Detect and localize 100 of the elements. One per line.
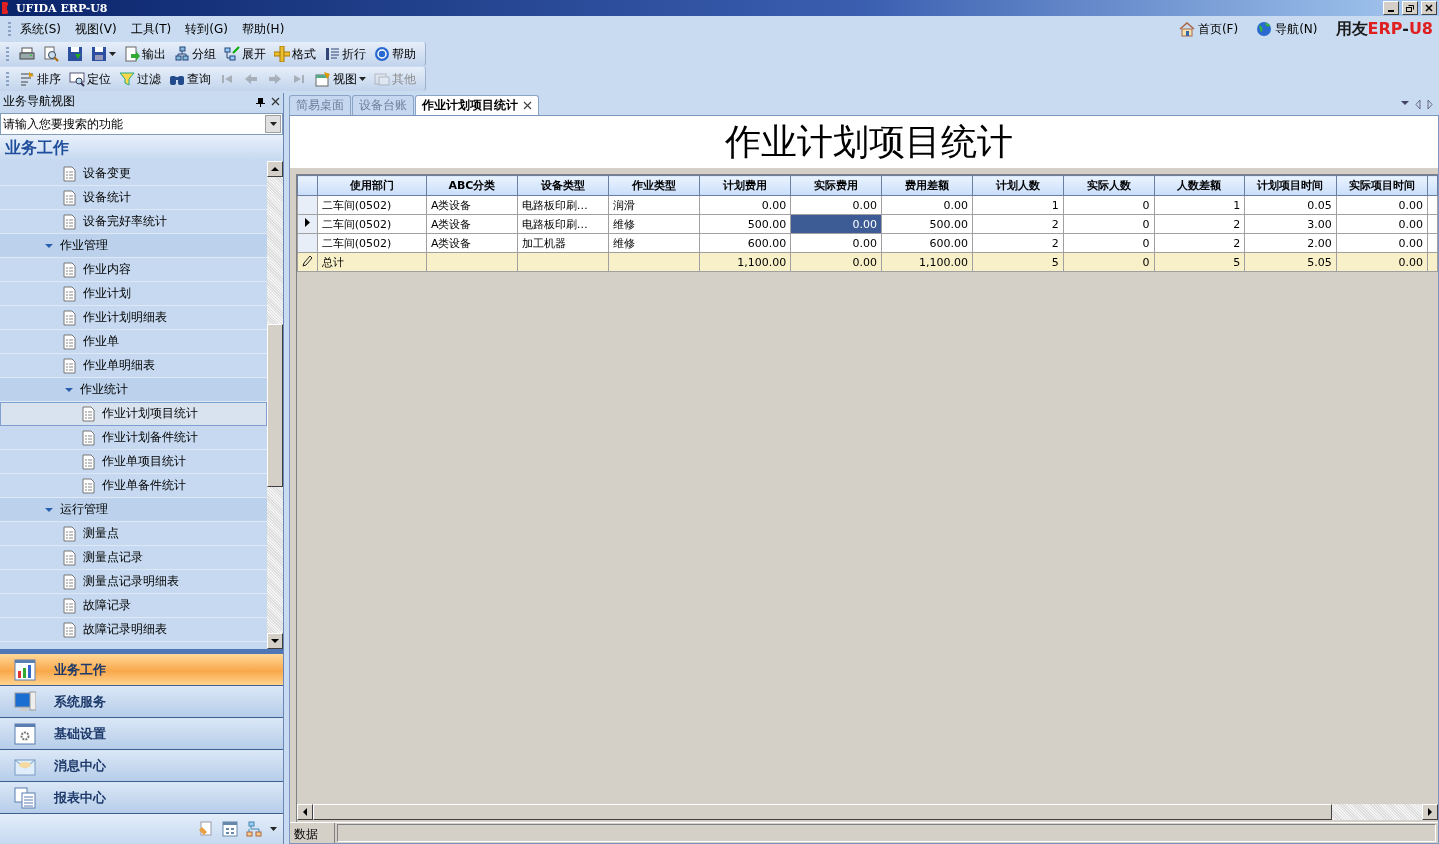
column-header[interactable]: 计划人数 [972, 175, 1064, 196]
floppy-icon [91, 46, 107, 62]
document-icon [62, 357, 77, 374]
document-icon [62, 285, 77, 302]
restore-button[interactable] [1402, 1, 1418, 15]
column-header[interactable]: 人数差额 [1154, 175, 1245, 196]
tree-item[interactable]: 作业计划项目统计 [0, 402, 267, 426]
column-header[interactable]: 计划费用 [699, 175, 791, 196]
column-header[interactable]: 费用差额 [881, 175, 973, 196]
monitor-icon [14, 690, 36, 713]
floppy-icon [67, 46, 83, 62]
nav-button[interactable]: 基础设置 [0, 718, 283, 750]
toolbar-button[interactable]: 视图 [312, 68, 369, 90]
pin-icon [256, 96, 265, 107]
column-header[interactable]: 作业类型 [608, 175, 700, 196]
window-icon [374, 71, 390, 87]
locate-icon [69, 71, 85, 87]
document-icon [62, 621, 77, 638]
minimize-button[interactable] [1383, 1, 1399, 15]
search-input[interactable]: 请输入您要搜索的功能 [1, 117, 265, 131]
help-icon [374, 46, 390, 62]
document-icon [62, 165, 77, 182]
document-icon [62, 213, 77, 230]
left-triangle-icon [1415, 100, 1421, 109]
gear-icon [14, 722, 36, 745]
toolbar-button[interactable]: 帮助 [371, 43, 419, 65]
report-title: 作业计划项目统计 [724, 119, 1013, 164]
tab[interactable]: 作业计划项目统计 [415, 95, 539, 115]
right-arrow-icon [1427, 808, 1433, 816]
menu-item[interactable]: 视图(V) [71, 20, 127, 38]
bar-chart-icon [14, 658, 36, 681]
document-icon [62, 261, 77, 278]
window-title: UFIDA ERP-U8 [16, 1, 109, 15]
nav-button[interactable]: 消息中心 [0, 750, 283, 782]
toolbar-button[interactable]: 格式 [271, 43, 319, 65]
report-icon [14, 786, 36, 809]
panel-title: 业务导航视图 [3, 93, 76, 110]
nav-link[interactable]: 导航(N) [1256, 20, 1318, 38]
menu-item[interactable]: 工具(T) [126, 20, 182, 38]
document-icon [62, 309, 77, 326]
group-icon [174, 46, 190, 62]
nav-button[interactable]: 业务工作 [0, 654, 283, 686]
nav-link[interactable]: 首页(F) [1178, 20, 1239, 38]
toolbar-button[interactable]: 排序 [16, 68, 64, 90]
globe-icon [1256, 21, 1273, 37]
column-header[interactable]: ABC分类 [426, 175, 518, 196]
tree-item[interactable]: 运行管理 [0, 498, 267, 522]
toolbar-button[interactable]: 查询 [166, 68, 214, 90]
dropdown-caret-icon [270, 826, 277, 832]
calculator-icon [222, 821, 238, 837]
restore-icon [1406, 4, 1414, 12]
toolbar-button[interactable]: 折行 [321, 43, 369, 65]
toolbar-button[interactable]: 定位 [66, 68, 114, 90]
right-triangle-icon [1427, 100, 1433, 109]
toolbar-button[interactable]: 输出 [121, 43, 169, 65]
menu-item[interactable]: 帮助(H) [237, 20, 295, 38]
left-arrow-icon [302, 808, 308, 816]
document-icon [81, 405, 96, 422]
close-button[interactable] [1421, 1, 1437, 15]
filter-icon [119, 71, 135, 87]
pencil-icon [301, 254, 314, 267]
status-label: 数据 [290, 823, 335, 843]
nav-button[interactable]: 报表中心 [0, 782, 283, 814]
nav-button[interactable]: 系统服务 [0, 686, 283, 718]
column-header[interactable]: 计划项目时间 [1244, 175, 1337, 196]
column-header[interactable]: 实际人数 [1063, 175, 1155, 196]
down-arrow-icon [271, 638, 279, 644]
column-header[interactable]: 设备类型 [517, 175, 609, 196]
search-field[interactable]: 请输入您要搜索的功能 [0, 113, 283, 135]
tree-check-icon [224, 46, 240, 62]
column-header[interactable]: 使用部门 [317, 175, 427, 196]
previous-icon [243, 71, 259, 87]
printer-icon [19, 46, 35, 62]
close-icon [271, 97, 280, 106]
column-header[interactable]: 实际费用 [790, 175, 882, 196]
close-icon [1425, 4, 1433, 12]
scrollbar[interactable] [297, 804, 1438, 820]
document-icon [62, 573, 77, 590]
tree-item[interactable]: 作业管理 [0, 234, 267, 258]
tree-item[interactable]: 作业统计 [0, 378, 267, 402]
ruler-icon [274, 46, 290, 62]
toolbar-button[interactable]: 展开 [221, 43, 269, 65]
toolbar-button[interactable]: 过滤 [116, 68, 164, 90]
document-icon [81, 453, 96, 470]
close-icon [523, 101, 532, 110]
menu-item[interactable]: 系统(S) [16, 20, 71, 38]
document-icon [62, 189, 77, 206]
sort-icon [19, 71, 35, 87]
magnifier-icon [43, 46, 59, 62]
column-header[interactable]: 实际项目时间 [1336, 175, 1428, 196]
view-icon [315, 71, 331, 87]
current-row-icon [303, 217, 311, 228]
tag-icon [198, 821, 214, 837]
scrollbar[interactable] [267, 161, 283, 649]
house-icon [1178, 21, 1195, 37]
menu-item[interactable]: 转到(G) [181, 20, 238, 38]
document-icon [62, 549, 77, 566]
toolbar-button[interactable]: 分组 [171, 43, 219, 65]
hierarchy-icon [246, 821, 262, 837]
document-icon [62, 333, 77, 350]
